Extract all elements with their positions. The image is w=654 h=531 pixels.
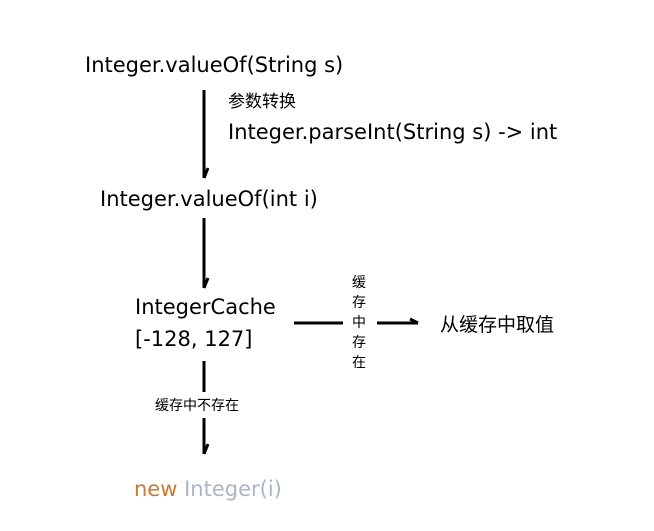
conversion-label: 参数转换 [228, 92, 296, 112]
edge-label-char: 存 [352, 295, 366, 311]
node-value-of-string: Integer.valueOf(String s) [85, 53, 344, 77]
new-keyword: new [134, 477, 178, 501]
edge-label-char: 中 [352, 315, 366, 331]
node-integer-cache: IntegerCache [135, 295, 276, 319]
node-parse-int: Integer.parseInt(String s) -> int [228, 120, 558, 144]
node-get-from-cache: 从缓存中取值 [440, 314, 555, 336]
integer-constructor: Integer(i) [184, 477, 282, 501]
connector-layer [202, 90, 419, 455]
flow-diagram: Integer.valueOf(String s) 参数转换 Integer.p… [0, 0, 654, 531]
edge-label-char: 在 [352, 355, 366, 371]
edge-label-not-in-cache: 缓存中不存在 [155, 397, 239, 415]
node-value-of-int: Integer.valueOf(int i) [100, 187, 318, 211]
node-new-integer: new Integer(i) [134, 477, 282, 501]
edge-label-char: 存 [352, 335, 366, 351]
edge-label-in-cache: 缓 存 中 存 在 [351, 273, 367, 373]
edge-label-char: 缓 [352, 275, 366, 291]
node-cache-range: [-128, 127] [135, 327, 253, 351]
